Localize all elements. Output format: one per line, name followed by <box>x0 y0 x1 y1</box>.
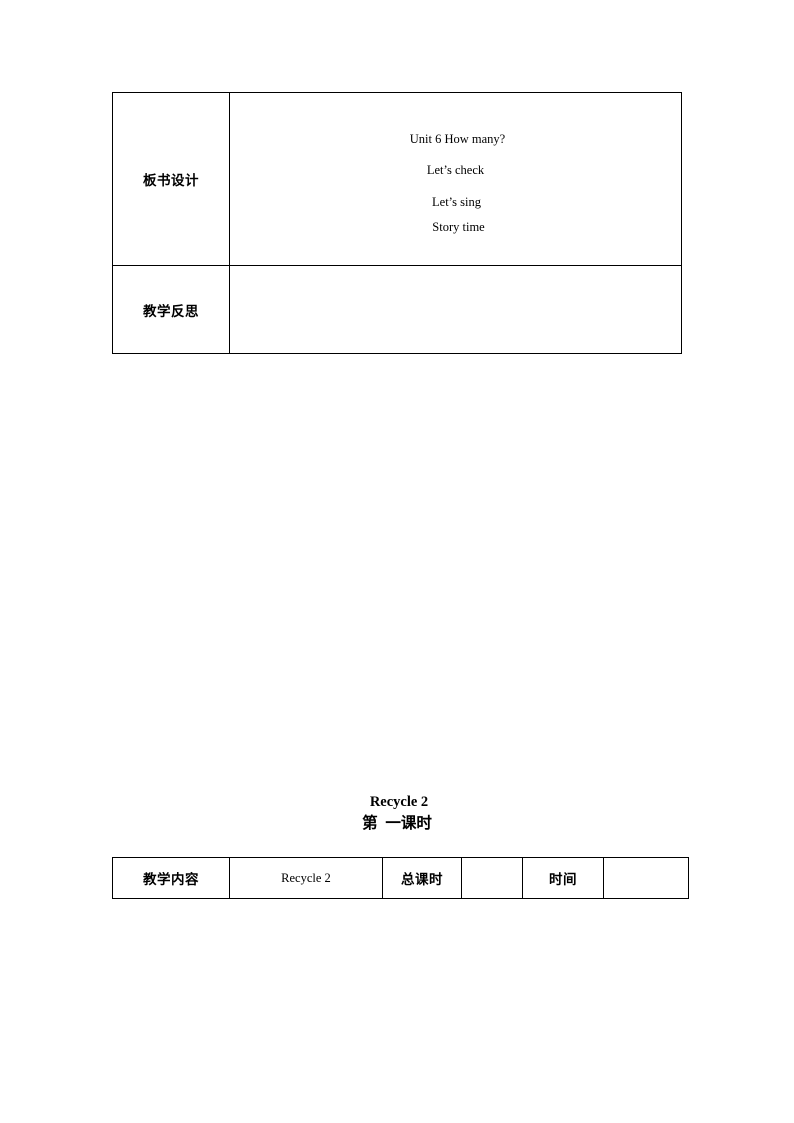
table-row: 教学反思 <box>112 265 682 354</box>
teaching-content-value: Recycle 2 <box>229 857 383 899</box>
board-line-unit-title: Unit 6 How many? <box>409 131 506 146</box>
board-line-lets-check: Let’s check <box>426 163 485 177</box>
table-row: 教学内容 Recycle 2 总课时 时间 <box>112 857 689 899</box>
board-design-lines: Unit 6 How many? Let’s check Let’s sing … <box>230 115 681 244</box>
table-row: 板书设计 Unit 6 How many? Let’s check Let’s … <box>112 92 682 266</box>
teaching-reflection-content <box>229 265 682 354</box>
section-heading: Recycle 2 第 一课时 <box>0 792 794 836</box>
teaching-reflection-label: 教学反思 <box>112 265 230 354</box>
total-periods-value <box>461 857 523 899</box>
total-periods-label: 总课时 <box>382 857 462 899</box>
lesson-header-table: 教学内容 Recycle 2 总课时 时间 <box>112 857 689 899</box>
teaching-content-label: 教学内容 <box>112 857 230 899</box>
lesson-notes-table: 板书设计 Unit 6 How many? Let’s check Let’s … <box>112 92 682 354</box>
time-value <box>603 857 689 899</box>
board-line-lets-sing: Let’s sing <box>432 194 481 209</box>
time-label: 时间 <box>522 857 604 899</box>
board-design-label: 板书设计 <box>112 92 230 266</box>
board-line-story-time: Story time <box>432 220 485 234</box>
board-design-content: Unit 6 How many? Let’s check Let’s sing … <box>229 92 682 266</box>
page-title: Recycle 2 <box>369 794 429 810</box>
page-subtitle: 第 一课时 <box>362 815 432 832</box>
document-page: 板书设计 Unit 6 How many? Let’s check Let’s … <box>0 0 794 1123</box>
